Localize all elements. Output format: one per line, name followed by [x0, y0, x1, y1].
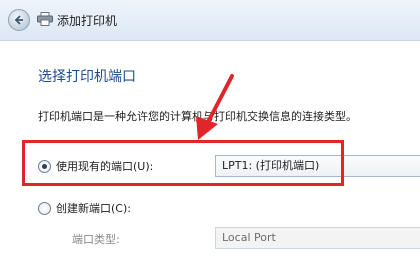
back-arrow-icon [14, 15, 23, 25]
window-title: 添加打印机 [57, 14, 118, 28]
page-description: 打印机端口是一种允许您的计算机与打印机交换信息的连接类型。 [38, 110, 357, 123]
create-new-port-radio[interactable] [38, 202, 51, 215]
title-bar: 添加打印机 [0, 0, 420, 41]
use-existing-port-radio[interactable] [38, 160, 51, 173]
printer-icon [37, 12, 53, 26]
create-new-port-label[interactable]: 创建新端口(C): [56, 200, 131, 216]
use-existing-port-label[interactable]: 使用现有的端口(U): [56, 158, 153, 174]
existing-port-select[interactable]: LPT1: (打印机端口) [215, 155, 420, 177]
port-type-label: 端口类型: [72, 233, 120, 246]
page-heading: 选择打印机端口 [38, 69, 136, 85]
back-button[interactable] [8, 9, 30, 31]
port-type-select[interactable]: Local Port [215, 227, 420, 249]
